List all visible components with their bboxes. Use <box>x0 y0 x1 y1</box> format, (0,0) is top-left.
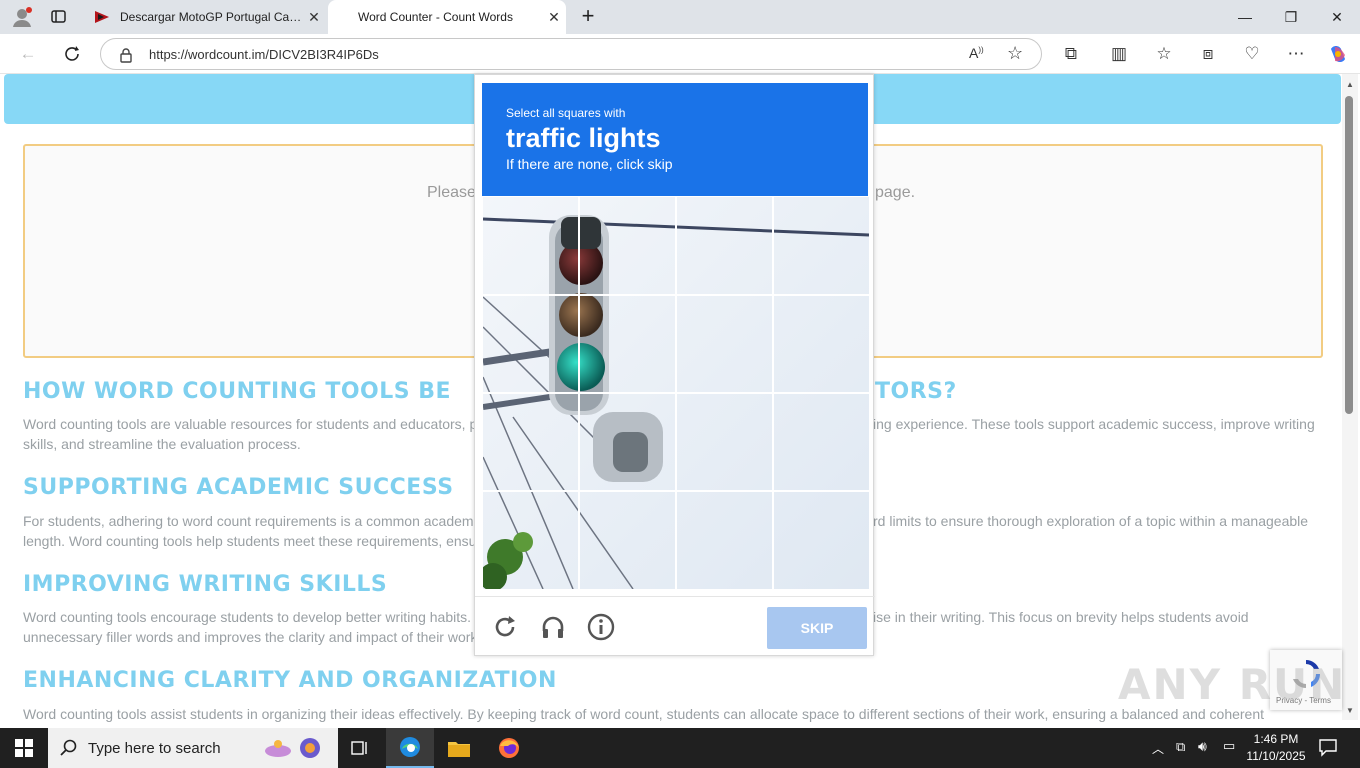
section-heading: IMPROVING WRITING SKILLS <box>23 572 388 597</box>
address-bar[interactable]: https://wordcount.im/DICV2BI3R4IP6Ds A))… <box>100 38 1042 70</box>
page-scrollbar[interactable]: ▲ ▼ <box>1342 74 1358 720</box>
taskbar-search-box[interactable]: Type here to search <box>48 728 338 768</box>
info-icon[interactable] <box>587 613 615 641</box>
new-tab-button[interactable]: + <box>576 4 600 28</box>
extensions-icon[interactable]: ⧉ <box>1057 40 1085 68</box>
section-heading: ENHANCING CLARITY AND ORGANIZATION <box>23 668 557 693</box>
section-body-end: rd limits to ensure thorough exploration… <box>873 513 1309 529</box>
minimize-button[interactable]: — <box>1222 0 1268 34</box>
navigation-bar: ← https://wordcount.im/DICV2BI3R4IP6Ds A… <box>0 34 1360 74</box>
favorites-icon[interactable]: ☆ <box>1150 40 1178 68</box>
tab-title: Descargar MotoGP Portugal Carre <box>120 10 302 24</box>
audio-icon[interactable] <box>539 613 567 641</box>
challenge-image-grid[interactable] <box>483 197 869 589</box>
notification-icon[interactable] <box>1318 737 1338 762</box>
recaptcha-challenge: Select all squares with traffic lights I… <box>474 74 875 657</box>
scroll-up-icon[interactable]: ▲ <box>1346 80 1354 89</box>
copilot-icon[interactable] <box>1324 40 1352 68</box>
skip-button[interactable]: SKIP <box>767 607 867 649</box>
firefox-icon[interactable] <box>485 728 533 768</box>
tray-overflow-icon[interactable]: ︿ <box>1152 740 1164 757</box>
reload-icon[interactable] <box>491 613 519 641</box>
clock-date: 11/10/2025 <box>1246 749 1306 763</box>
scroll-down-icon[interactable]: ▼ <box>1346 706 1354 715</box>
tab-motogp[interactable]: Descargar MotoGP Portugal Carre ✕ <box>86 0 326 34</box>
windows-logo-icon <box>15 739 33 757</box>
task-view-icon[interactable] <box>336 728 384 768</box>
split-screen-icon[interactable]: ▥ <box>1105 40 1133 68</box>
challenge-header: Select all squares with traffic lights I… <box>482 83 868 196</box>
read-aloud-icon[interactable]: A)) <box>969 45 984 61</box>
browser-essentials-icon[interactable]: ♡ <box>1238 40 1266 68</box>
anyrun-watermark: ANY RUN <box>1118 660 1347 709</box>
close-tab-icon[interactable]: ✕ <box>542 9 566 26</box>
search-placeholder: Type here to search <box>88 739 221 757</box>
back-icon[interactable]: ← <box>14 40 42 68</box>
tab-actions-icon[interactable] <box>50 9 68 25</box>
close-window-button[interactable]: ✕ <box>1314 0 1360 34</box>
section-body-end: ing experience. These tools support acad… <box>873 416 1315 432</box>
scrollbar-thumb[interactable] <box>1345 96 1353 414</box>
start-button[interactable] <box>0 728 48 768</box>
favorite-star-icon[interactable]: ☆ <box>1007 43 1023 64</box>
windows-taskbar: Type here to search ︿ ⧉ 🔊︎ ▭ 1:46 PM 11/… <box>0 728 1360 768</box>
section-heading: HOW WORD COUNTING TOOLS BE <box>23 379 452 404</box>
textarea-placeholder-end: page. <box>875 184 916 201</box>
tab-word-counter[interactable]: Word Counter - Count Words ✕ <box>328 0 566 34</box>
textarea-placeholder: Please <box>427 184 476 201</box>
volume-icon[interactable]: 🔊︎ <box>1198 738 1207 755</box>
section-heading: SUPPORTING ACADEMIC SUCCESS <box>23 475 454 500</box>
refresh-icon[interactable] <box>58 40 86 68</box>
profile-avatar[interactable] <box>10 5 34 29</box>
challenge-hint: If there are none, click skip <box>506 156 673 172</box>
section-heading-end: TORS? <box>875 379 957 404</box>
network-icon[interactable]: ▭ <box>1223 738 1235 754</box>
challenge-instruction: Select all squares with <box>506 106 626 120</box>
restore-button[interactable]: ❐ <box>1268 0 1314 34</box>
collections-icon[interactable]: ⧈ <box>1194 40 1222 68</box>
browser-tab-bar: Descargar MotoGP Portugal Carre ✕ Word C… <box>0 0 1360 34</box>
challenge-target: traffic lights <box>506 123 661 153</box>
motogp-favicon-icon <box>95 11 109 23</box>
network-device-icon[interactable]: ⧉ <box>1176 739 1185 755</box>
more-menu-icon[interactable]: ⋯ <box>1282 40 1310 68</box>
edge-taskbar-icon[interactable] <box>386 728 434 768</box>
challenge-footer: SKIP <box>475 596 875 657</box>
site-info-icon[interactable] <box>119 47 133 63</box>
close-tab-icon[interactable]: ✕ <box>302 9 326 26</box>
clock-time: 1:46 PM <box>1253 732 1299 746</box>
file-explorer-icon[interactable] <box>435 728 483 768</box>
taskbar-clock[interactable]: 1:46 PM 11/10/2025 <box>1246 731 1306 765</box>
section-body-end: ise in their writing. This focus on brev… <box>873 609 1249 625</box>
search-highlight-icon <box>265 738 320 758</box>
url-text: https://wordcount.im/DICV2BI3R4IP6Ds <box>149 47 379 62</box>
search-icon <box>60 739 77 756</box>
tab-title: Word Counter - Count Words <box>358 10 513 24</box>
